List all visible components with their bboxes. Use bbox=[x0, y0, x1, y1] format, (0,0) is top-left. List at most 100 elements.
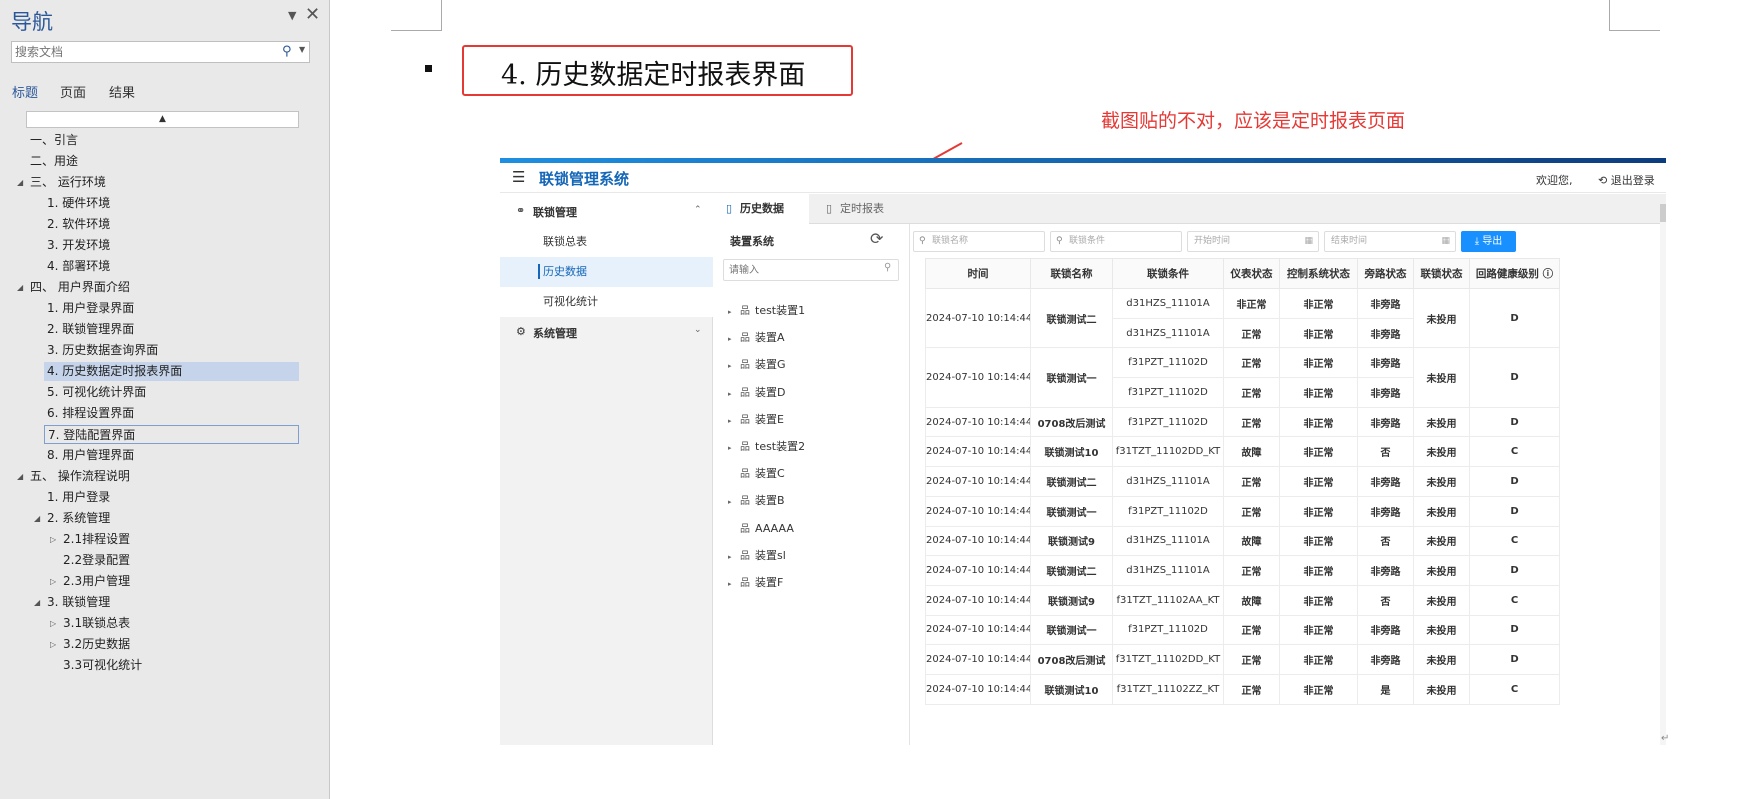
sidebar-item-history[interactable]: 历史数据 bbox=[500, 257, 713, 287]
nav-heading-item[interactable]: 3.2历史数据 bbox=[63, 635, 130, 654]
interlock-name-link[interactable]: 0708改后测试 bbox=[1030, 644, 1113, 675]
nav-heading-item[interactable]: 2. 软件环境 bbox=[47, 215, 110, 234]
expand-open-icon[interactable]: ◢ bbox=[34, 514, 40, 523]
tab-history-data[interactable]: ▯ 历史数据 bbox=[714, 194, 809, 224]
tree-node[interactable]: ▸ 品装置E bbox=[728, 411, 784, 429]
table-row[interactable]: 2024-07-10 10:14:44 0708改后测试 f31PZT_11102D… bbox=[925, 406, 1560, 438]
nav-heading-item[interactable]: 4. 部署环境 bbox=[47, 257, 110, 276]
nav-heading-item[interactable]: 3.1联锁总表 bbox=[63, 614, 130, 633]
interlock-name-link[interactable]: 联锁测试一 bbox=[1030, 495, 1113, 527]
refresh-icon[interactable]: ⟳ bbox=[870, 229, 883, 248]
interlock-name-link[interactable]: 联锁测试9 bbox=[1030, 584, 1113, 616]
expand-icon[interactable]: ▸ bbox=[728, 330, 740, 348]
search-icon[interactable]: ⚲ bbox=[282, 44, 292, 59]
expand-closed-icon[interactable]: ▷ bbox=[50, 619, 56, 628]
nav-heading-item[interactable]: 5. 可视化统计界面 bbox=[47, 383, 146, 402]
nav-search-input[interactable] bbox=[15, 42, 275, 62]
interlock-name-link[interactable]: 联锁测试一 bbox=[1030, 614, 1113, 646]
nav-heading-item[interactable]: 三、 运行环境 bbox=[30, 173, 106, 192]
nav-heading-item[interactable]: 6. 排程设置界面 bbox=[47, 404, 134, 423]
table-row[interactable]: 2024-07-10 10:14:44 联锁测试一 f31PZT_11102D 正常非… bbox=[925, 347, 1560, 408]
scrollbar[interactable] bbox=[1660, 204, 1666, 745]
table-row[interactable]: 2024-07-10 10:14:44 联锁测试二 d31HZS_11101A 正常非… bbox=[925, 466, 1560, 497]
collapse-all-button[interactable]: ▲ bbox=[26, 111, 299, 128]
nav-heading-item[interactable]: 2. 系统管理 bbox=[47, 509, 110, 528]
table-row[interactable]: 2024-07-10 10:14:44 0708改后测试 f31TZT_11102D… bbox=[925, 644, 1560, 675]
help-icon[interactable]: ⓘ bbox=[1539, 268, 1554, 280]
tree-node[interactable]: ▸ 品 test装置2 bbox=[728, 438, 805, 456]
tree-node[interactable]: ▸ 品装置sl bbox=[728, 547, 786, 565]
expand-closed-icon[interactable]: ▷ bbox=[50, 577, 56, 586]
tree-search-input[interactable] bbox=[729, 262, 869, 279]
nav-heading-item[interactable]: 一、引言 bbox=[30, 131, 78, 150]
table-row[interactable]: 2024-07-10 10:14:44 联锁测试9 f31TZT_11102AA_K… bbox=[925, 584, 1560, 616]
tab-results[interactable]: 结果 bbox=[109, 82, 135, 101]
expand-icon[interactable]: ▸ bbox=[728, 439, 740, 457]
logout-button[interactable]: ⟲ 退出登录 bbox=[1598, 172, 1655, 188]
expand-icon[interactable]: ▸ bbox=[728, 575, 740, 593]
nav-heading-item[interactable]: 2.2登录配置 bbox=[63, 551, 130, 570]
tree-node[interactable]: ▸ 品装置B bbox=[728, 492, 785, 510]
expand-icon[interactable]: ▸ bbox=[728, 385, 740, 403]
tree-node[interactable]: 品装置C bbox=[728, 465, 785, 483]
interlock-name-link[interactable]: 联锁测试二 bbox=[1030, 555, 1113, 586]
tree-node[interactable]: ▸ 品装置F bbox=[728, 574, 783, 592]
nav-heading-item[interactable]: 2.1排程设置 bbox=[63, 530, 130, 549]
nav-heading-item[interactable]: 五、 操作流程说明 bbox=[30, 467, 130, 486]
export-button[interactable]: ⤓ 导出 bbox=[1461, 231, 1516, 252]
table-row[interactable]: 2024-07-10 10:14:44 联锁测试10 f31TZT_11102ZZ_… bbox=[925, 673, 1560, 705]
nav-heading-item[interactable]: 3. 开发环境 bbox=[47, 236, 110, 255]
expand-closed-icon[interactable]: ▷ bbox=[50, 535, 56, 544]
menu-icon[interactable]: ☰ bbox=[512, 168, 525, 186]
nav-heading-item[interactable]: 2. 联锁管理界面 bbox=[47, 320, 134, 339]
expand-open-icon[interactable]: ◢ bbox=[17, 283, 23, 292]
interlock-name-link[interactable]: 联锁测试9 bbox=[1030, 525, 1113, 557]
interlock-name-link[interactable]: 联锁测试一 bbox=[1030, 347, 1113, 408]
interlock-name-link[interactable]: 联锁测试二 bbox=[1030, 287, 1113, 349]
nav-heading-item[interactable]: 4. 历史数据定时报表界面 bbox=[44, 362, 299, 381]
end-time-input[interactable]: 结束时间 ▦ bbox=[1324, 231, 1456, 252]
nav-heading-item[interactable]: 2.3用户管理 bbox=[63, 572, 130, 591]
nav-heading-item[interactable]: 3. 联锁管理 bbox=[47, 593, 110, 612]
chevron-down-icon[interactable]: ▼ bbox=[288, 9, 296, 22]
chevron-down-icon[interactable]: ▼ bbox=[299, 45, 305, 54]
tree-node[interactable]: ▸ 品装置G bbox=[728, 356, 786, 374]
expand-icon[interactable]: ▸ bbox=[728, 493, 740, 511]
nav-heading-item[interactable]: 四、 用户界面介绍 bbox=[30, 278, 130, 297]
nav-heading-item[interactable]: 8. 用户管理界面 bbox=[47, 446, 134, 465]
table-row[interactable]: 2024-07-10 10:14:44 联锁测试一 f31PZT_11102D 正常非… bbox=[925, 614, 1560, 646]
interlock-name-link[interactable]: 0708改后测试 bbox=[1030, 406, 1113, 438]
scrollbar-thumb[interactable] bbox=[1660, 204, 1666, 222]
sidebar-group-system[interactable]: ⚙ 系统管理 ⌄ bbox=[500, 317, 713, 347]
expand-icon[interactable]: ▸ bbox=[728, 548, 740, 566]
tab-pages[interactable]: 页面 bbox=[60, 82, 86, 101]
nav-search-box[interactable]: ⚲ ▼ bbox=[11, 41, 310, 63]
tree-node[interactable]: ▸ 品 test装置1 bbox=[728, 302, 805, 320]
tree-node[interactable]: ▸ 品装置D bbox=[728, 384, 785, 402]
expand-icon[interactable]: ▸ bbox=[728, 357, 740, 375]
interlock-name-input[interactable]: ⚲ 联锁名称 bbox=[913, 231, 1045, 252]
tree-search-box[interactable]: ⚲ bbox=[723, 259, 899, 281]
expand-closed-icon[interactable]: ▷ bbox=[50, 640, 56, 649]
sidebar-item-summary[interactable]: 联锁总表 bbox=[500, 227, 713, 257]
table-row[interactable]: 2024-07-10 10:14:44 联锁测试二 d31HZS_11101A 非正常… bbox=[925, 287, 1560, 349]
tree-node[interactable]: 品 AAAAA bbox=[728, 520, 794, 538]
tab-headings[interactable]: 标题 bbox=[12, 82, 38, 101]
nav-heading-item[interactable]: 3.3可视化统计 bbox=[63, 656, 142, 675]
expand-icon[interactable]: ▸ bbox=[728, 303, 740, 321]
interlock-name-link[interactable]: 联锁测试10 bbox=[1030, 673, 1113, 705]
tree-node[interactable]: ▸ 品装置A bbox=[728, 329, 785, 347]
nav-heading-item[interactable]: 3. 历史数据查询界面 bbox=[47, 341, 158, 360]
sidebar-group-interlock[interactable]: ⚭ 联锁管理 ⌃ bbox=[500, 194, 713, 227]
start-time-input[interactable]: 开始时间 ▦ bbox=[1187, 231, 1319, 252]
interlock-name-link[interactable]: 联锁测试10 bbox=[1030, 436, 1113, 468]
document-heading[interactable]: 4. 历史数据定时报表界面 bbox=[501, 53, 805, 92]
expand-open-icon[interactable]: ◢ bbox=[17, 178, 23, 187]
table-row[interactable]: 2024-07-10 10:14:44 联锁测试10 f31TZT_11102DD_… bbox=[925, 436, 1560, 468]
close-icon[interactable]: ✕ bbox=[305, 4, 320, 25]
nav-heading-item[interactable]: 1. 硬件环境 bbox=[47, 194, 110, 213]
expand-open-icon[interactable]: ◢ bbox=[17, 472, 23, 481]
nav-heading-item[interactable]: 1. 用户登录界面 bbox=[47, 299, 134, 318]
expand-icon[interactable]: ▸ bbox=[728, 412, 740, 430]
sidebar-item-visualization[interactable]: 可视化统计 bbox=[500, 287, 713, 317]
